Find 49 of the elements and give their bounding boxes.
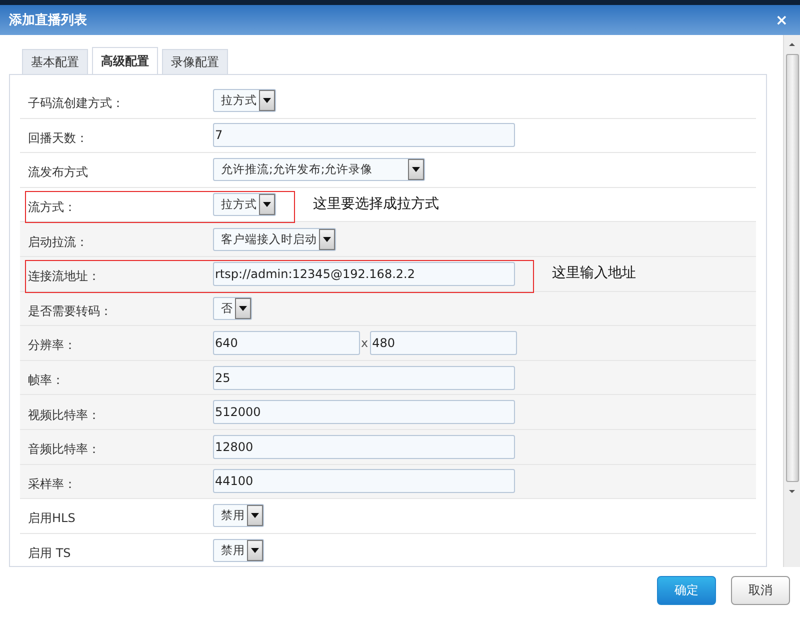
field-label: 启动拉流：: [27, 234, 89, 251]
scroll-thumb[interactable]: [786, 54, 798, 482]
annotation-text: 这里要选择成拉方式: [313, 194, 439, 213]
scrollbar[interactable]: [783, 35, 800, 567]
field-label: 分辨率：: [27, 337, 77, 354]
field-label: 回播天数：: [27, 130, 89, 147]
tab[interactable]: 高级配置: [92, 47, 158, 75]
dropdown[interactable]: 客户端接入时启动: [213, 228, 336, 251]
caret-icon: [259, 90, 275, 112]
dropdown[interactable]: 拉方式: [213, 89, 276, 112]
window-title: 添加直播列表: [9, 12, 87, 29]
separator-text: x: [360, 336, 370, 350]
dropdown[interactable]: 禁用: [213, 539, 264, 562]
field-label: 启用HLS: [27, 510, 76, 528]
field-label: 流方式：: [27, 199, 77, 216]
field-label: 启用 TS: [27, 545, 72, 562]
caret-icon: [319, 228, 335, 250]
field-label: 连接流地址：: [27, 268, 101, 286]
caret-icon: [247, 540, 263, 562]
field-label: 帧率：: [27, 372, 65, 390]
input-field[interactable]: 25: [213, 366, 515, 390]
field-label: 采样率：: [27, 476, 77, 493]
field-label: 是否需要转码：: [27, 302, 113, 320]
input-field[interactable]: 480: [370, 330, 518, 355]
scroll-up-icon[interactable]: [789, 43, 795, 46]
input-field[interactable]: 640: [213, 330, 360, 355]
input-field[interactable]: 512000: [213, 400, 515, 424]
tab[interactable]: 基本配置: [22, 49, 88, 74]
input-field[interactable]: 12800: [213, 434, 515, 459]
cancel-button[interactable]: 取消: [731, 576, 790, 604]
dropdown[interactable]: 拉方式: [213, 193, 276, 216]
caret-icon: [259, 194, 275, 216]
caret-icon: [235, 298, 251, 319]
field-label: 流发布方式: [27, 164, 89, 182]
dropdown[interactable]: 允许推流;允许发布;允许录像: [213, 158, 425, 182]
caret-icon: [408, 159, 424, 180]
field-label: 子码流创建方式：: [27, 95, 125, 112]
tab[interactable]: 录像配置: [162, 49, 228, 74]
scroll-down-icon[interactable]: [789, 490, 795, 493]
close-button[interactable]: ×: [773, 11, 790, 29]
field-label: 视频比特率：: [27, 406, 101, 424]
dropdown[interactable]: 禁用: [213, 504, 264, 528]
input-field[interactable]: 44100: [213, 469, 515, 494]
caret-icon: [247, 505, 263, 526]
field-label: 音频比特率：: [27, 441, 101, 458]
input-field[interactable]: 7: [213, 123, 515, 148]
input-field[interactable]: rtsp://admin:12345@192.168.2.2: [213, 262, 515, 286]
dropdown[interactable]: 否: [213, 296, 252, 320]
annotation-text: 这里输入地址: [552, 264, 636, 282]
